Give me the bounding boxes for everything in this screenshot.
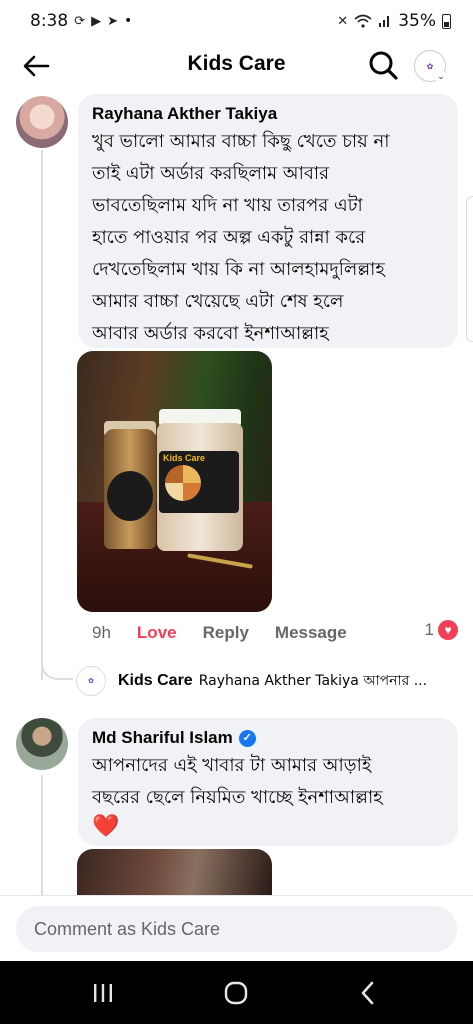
status-time: 8:38 [30,11,69,31]
side-edge-hint [466,196,473,342]
chevron-down-icon: ⌄ [435,71,447,83]
search-icon[interactable] [366,48,400,82]
reply-snippet: Rayhana Akther Takiya আপনার ... [198,673,428,689]
comment-photo[interactable]: Kids Care [77,351,272,612]
comment-text: খুব ভালো আমার বাচ্চা কিছু খেতে চায় না ত… [92,131,390,344]
telegram-icon: ➤ [107,13,118,29]
notification-dot-icon: • [124,13,133,29]
reply-preview[interactable]: ✿ Kids Care Rayhana Akther Takiya আপনার … [76,666,466,696]
comment-input[interactable] [16,906,457,952]
photo-brand-text: Kids Care [163,453,206,463]
comment-actions: 9h Love Reply Message 1 ♥ [92,620,462,646]
page-title: Kids Care [187,52,286,75]
battery-percent: 35% [398,11,436,31]
comment-bubble[interactable]: Rayhana Akther Takiya খুব ভালো আমার বাচ্… [78,94,458,348]
kids-care-logo-icon: ✿ [426,61,434,71]
thread-curve [41,650,73,680]
status-right: ✕ 35% [337,11,451,31]
back-button[interactable] [348,977,388,1009]
photo-jar-label [107,471,153,521]
status-left: 8:38 ⟳ ▶ ➤ • [30,11,132,31]
app-header: Kids Care ✿ ⌄ [0,42,473,90]
heart-reaction-icon: ♥ [438,620,458,640]
comment-time: 9h [92,623,111,642]
verified-badge-icon: ✓ [238,729,256,747]
composer-bar [0,895,473,961]
home-icon [224,981,248,1005]
reply-button[interactable]: Reply [203,623,249,643]
battery-icon [442,13,451,29]
youtube-icon: ▶ [91,13,102,29]
reaction-summary[interactable]: 1 ♥ [425,620,458,640]
signal-icon [379,16,390,27]
screen: 8:38 ⟳ ▶ ➤ • ✕ 35% Kids Care ✿ ⌄ Rayhana… [0,0,473,1024]
comment-photo[interactable] [77,849,272,897]
status-bar: 8:38 ⟳ ▶ ➤ • ✕ 35% [0,0,473,42]
photo-label-graphic [165,465,201,501]
message-button[interactable]: Message [275,623,347,643]
thread-line [41,150,43,680]
thread-line [41,775,43,905]
comment-text: আপনাদের এই খাবার টা আমার আড়াই বছরের ছেল… [92,755,383,808]
reply-author: Kids Care [118,672,193,689]
avatar[interactable] [16,718,68,770]
back-icon [361,981,374,1005]
comment-author[interactable]: Rayhana Akther Takiya [92,104,444,124]
system-nav-bar [0,961,473,1024]
photo-jar-label: Kids Care [159,451,239,513]
sync-icon: ⟳ [74,13,86,29]
comment-author[interactable]: Md Shariful Islam ✓ [92,728,444,748]
recents-icon [94,984,112,1002]
kids-care-logo-icon: ✿ [76,666,106,696]
recents-button[interactable] [83,977,123,1009]
comment-author-name[interactable]: Rayhana Akther Takiya [92,104,277,124]
home-button[interactable] [216,977,256,1009]
page-switcher-avatar[interactable]: ✿ ⌄ [414,50,447,83]
mute-icon: ✕ [337,13,349,29]
wifi-icon [354,14,372,28]
reaction-count: 1 [424,620,434,639]
love-button[interactable]: Love [137,623,177,643]
comment-author-name[interactable]: Md Shariful Islam [92,728,233,748]
heart-emoji: ❤️ [92,814,120,839]
avatar[interactable] [16,96,68,148]
comment-bubble[interactable]: Md Shariful Islam ✓ আপনাদের এই খাবার টা … [78,718,458,846]
